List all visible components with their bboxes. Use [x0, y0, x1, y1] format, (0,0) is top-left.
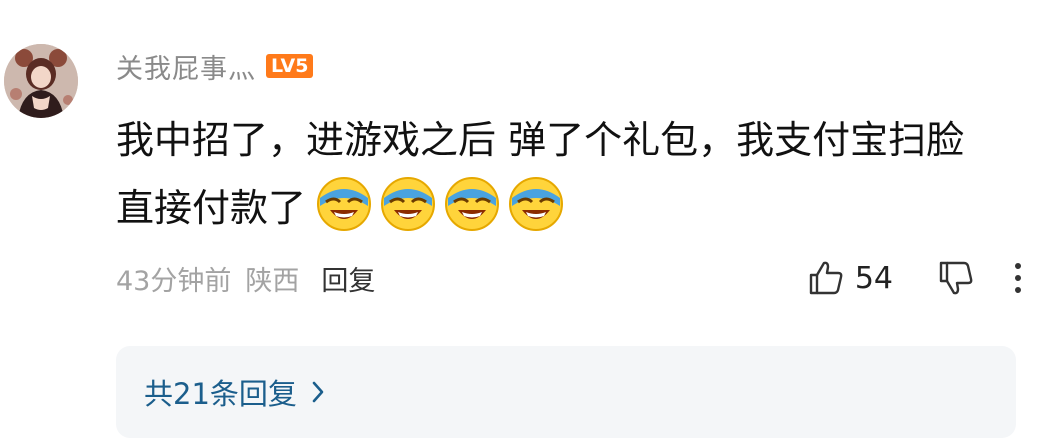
thumbs-up-icon — [809, 261, 843, 295]
chevron-right-icon — [311, 380, 325, 404]
avatar[interactable] — [4, 44, 78, 118]
like-button[interactable]: 54 — [807, 259, 893, 297]
reply-button[interactable]: 回复 — [321, 259, 375, 298]
laughing-crying-emoji-icon — [317, 177, 372, 231]
comment-text-line-2-text: 直接付款了 — [116, 186, 307, 230]
laughing-crying-emoji-icon — [381, 177, 436, 231]
comment-header: 关我屁事灬 LV5 — [116, 46, 314, 86]
laughing-crying-emoji-icon — [509, 177, 564, 231]
replies-panel: 共21条回复 — [116, 346, 1016, 438]
more-vertical-icon — [1015, 263, 1021, 293]
laughing-crying-emoji-icon — [445, 177, 500, 231]
view-replies-button[interactable]: 共21条回复 — [144, 371, 325, 413]
comment-body: 我中招了，进游戏之后 弹了个礼包，我支付宝扫脸 直接付款了 — [116, 106, 996, 242]
comment-time: 43分钟前 — [116, 265, 232, 297]
more-options-button[interactable] — [1013, 261, 1023, 295]
level-badge: LV5 — [266, 54, 314, 78]
like-count: 54 — [854, 260, 893, 296]
comment-location: 陕西 — [245, 265, 300, 297]
replies-count-label: 共21条回复 — [144, 377, 297, 411]
thumbs-down-icon — [939, 261, 973, 295]
comment-actions: 54 — [807, 254, 1023, 302]
comment-text-line-2: 直接付款了 — [116, 174, 996, 242]
comment-meta: 43分钟前 陕西 回复 — [116, 256, 375, 300]
comment-text-line-1: 我中招了，进游戏之后 弹了个礼包，我支付宝扫脸 — [116, 118, 965, 162]
username[interactable]: 关我屁事灬 — [116, 47, 256, 86]
dislike-button[interactable] — [937, 259, 975, 297]
